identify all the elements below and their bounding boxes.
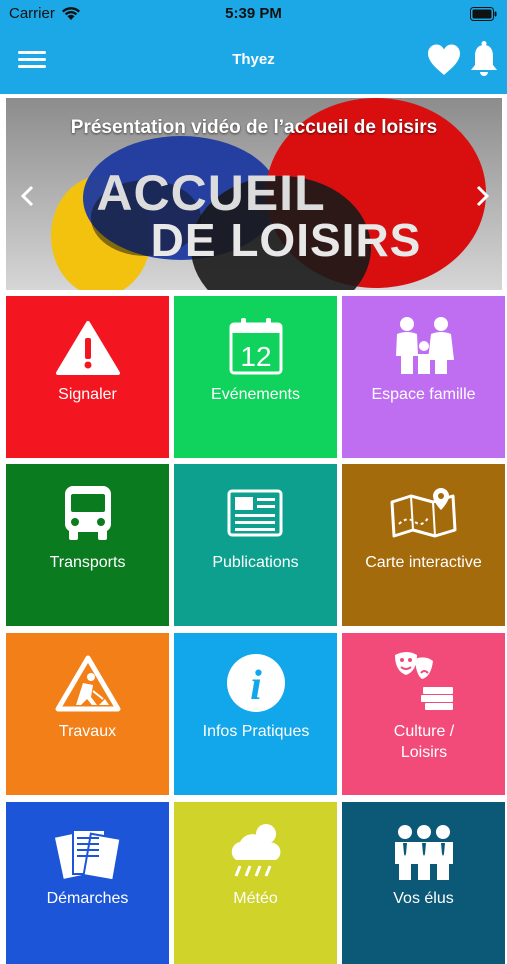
tile-evenements[interactable]: 12 Evénements (174, 296, 337, 458)
notification-bell-icon[interactable] (468, 40, 500, 78)
calendar-icon: 12 (229, 318, 282, 375)
warning-icon (55, 321, 120, 375)
bus-icon (64, 486, 111, 540)
tile-meteo[interactable]: Météo (174, 802, 337, 964)
info-icon: i (226, 654, 285, 712)
tile-label: Transports (49, 554, 126, 571)
carousel-caption: Présentation vidéo de l’accueil de loisi… (70, 117, 438, 138)
tile-label: Culture / Loisirs (393, 723, 455, 761)
tile-label: Signaler (58, 386, 117, 403)
weather-icon (231, 824, 280, 877)
tile-vos-elus[interactable]: Vos élus (342, 802, 505, 964)
nav-bar: Thyez (0, 30, 507, 94)
family-icon (395, 317, 454, 374)
theater-icon (394, 652, 453, 710)
tile-travaux[interactable]: Travaux (6, 633, 169, 795)
calendar-day-number: 12 (240, 341, 271, 372)
battery-icon (470, 7, 497, 21)
tile-label: Démarches (46, 890, 129, 907)
app-header: Carrier 5:39 PM Thyez (0, 0, 507, 94)
image-text-loisirs: DE LOISIRS (151, 214, 422, 266)
tile-culture-loisirs[interactable]: Culture / Loisirs (342, 633, 505, 795)
info-glyph: i (250, 663, 262, 709)
tile-label: Vos élus (393, 890, 454, 907)
tile-label: Travaux (58, 723, 117, 740)
roadwork-icon (55, 655, 120, 712)
tile-label: Espace famille (371, 386, 476, 403)
tile-label: Carte interactive (365, 554, 482, 571)
newspaper-icon (227, 489, 282, 537)
tile-label: Evénements (211, 386, 300, 403)
tile-signaler[interactable]: Signaler (6, 296, 169, 458)
clock: 5:39 PM (225, 5, 282, 22)
tile-espace-famille[interactable]: Espace famille (342, 296, 505, 458)
carousel-prev-chevron-icon[interactable] (18, 184, 38, 208)
tile-publications[interactable]: Publications (174, 464, 337, 626)
map-icon (390, 488, 456, 538)
tile-label: Infos Pratiques (202, 723, 310, 740)
documents-icon (54, 829, 121, 882)
tile-transports[interactable]: Transports (6, 464, 169, 626)
tile-carte-interactive[interactable]: Carte interactive (342, 464, 505, 626)
image-text-accueil: ACCUEIL (96, 165, 325, 221)
people-icon (394, 825, 453, 880)
status-bar: Carrier 5:39 PM (0, 0, 507, 30)
news-carousel[interactable]: ACCUEIL DE LOISIRS Présentation vidéo de… (6, 98, 502, 290)
tile-infos-pratiques[interactable]: i Infos Pratiques (174, 633, 337, 795)
tile-label: Météo (233, 890, 278, 907)
carousel-next-chevron-icon[interactable] (472, 184, 492, 208)
tile-label: Publications (212, 554, 299, 571)
favorites-heart-icon[interactable] (426, 42, 462, 78)
tile-demarches[interactable]: Démarches (6, 802, 169, 964)
